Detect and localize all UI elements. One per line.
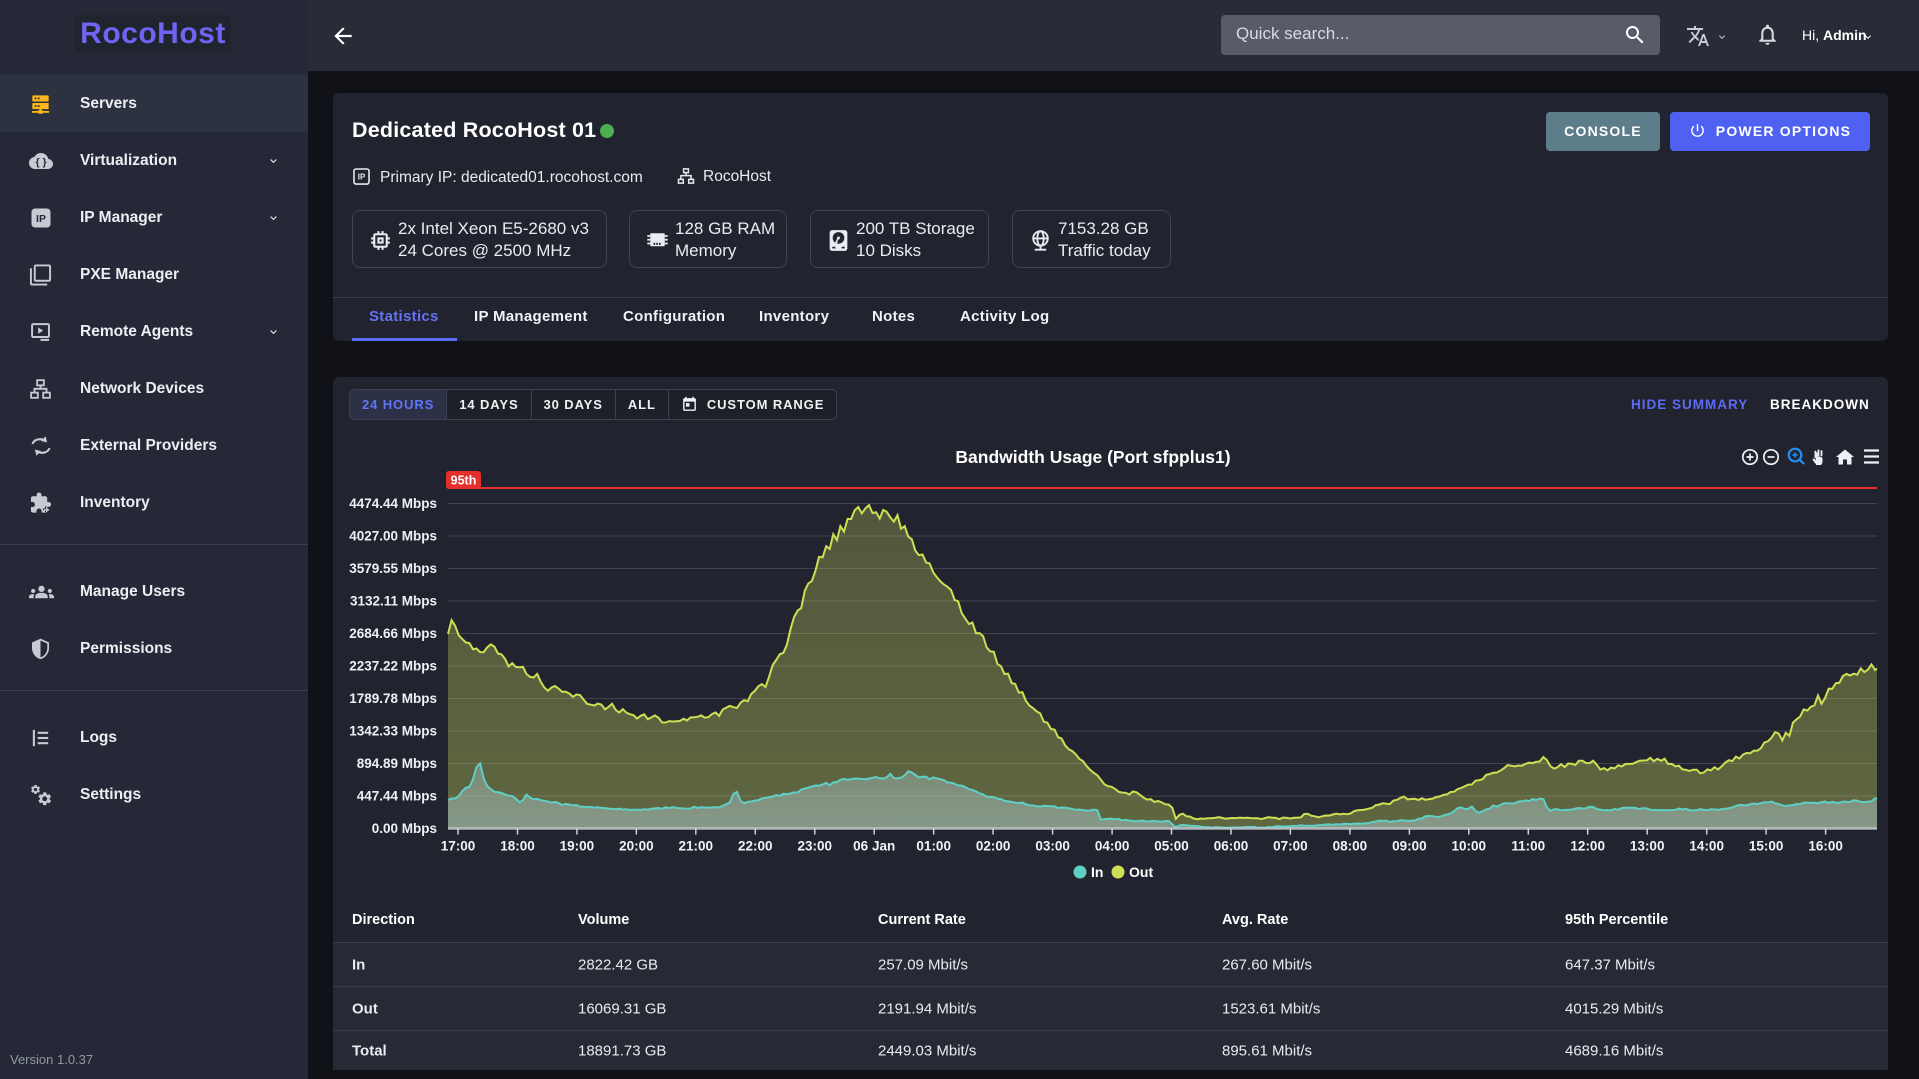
svg-text:447.44 Mbps: 447.44 Mbps [357,789,437,804]
svg-text:16:00: 16:00 [1808,839,1843,854]
svg-text:02:00: 02:00 [976,839,1011,854]
svg-text:17:00: 17:00 [441,839,476,854]
svg-text:894.89 Mbps: 894.89 Mbps [357,756,437,771]
svg-text:18:00: 18:00 [500,839,535,854]
svg-text:01:00: 01:00 [916,839,951,854]
svg-text:10:00: 10:00 [1452,839,1487,854]
svg-text:03:00: 03:00 [1035,839,1070,854]
svg-text:In: In [1091,864,1103,880]
svg-text:21:00: 21:00 [679,839,714,854]
svg-text:2237.22 Mbps: 2237.22 Mbps [349,659,437,674]
svg-text:13:00: 13:00 [1630,839,1665,854]
svg-text:20:00: 20:00 [619,839,654,854]
svg-text:IP: IP [36,213,46,225]
svg-text:IP: IP [358,173,365,182]
svg-text:22:00: 22:00 [738,839,773,854]
svg-text:06 Jan: 06 Jan [853,839,895,854]
svg-text:15:00: 15:00 [1749,839,1784,854]
svg-text:11:00: 11:00 [1511,839,1545,854]
svg-text:1789.78 Mbps: 1789.78 Mbps [349,691,437,706]
svg-text:05:00: 05:00 [1154,839,1189,854]
svg-text:2684.66 Mbps: 2684.66 Mbps [349,626,437,641]
svg-text:09:00: 09:00 [1392,839,1427,854]
svg-text:07:00: 07:00 [1273,839,1308,854]
svg-text:1342.33 Mbps: 1342.33 Mbps [349,724,437,739]
svg-text:95th: 95th [451,474,477,488]
svg-text:23:00: 23:00 [798,839,833,854]
svg-text:3132.11 Mbps: 3132.11 Mbps [350,594,437,609]
svg-text:4474.44 Mbps: 4474.44 Mbps [349,496,437,511]
svg-text:12:00: 12:00 [1570,839,1605,854]
svg-text:19:00: 19:00 [560,839,595,854]
svg-text:04:00: 04:00 [1095,839,1130,854]
svg-text:06:00: 06:00 [1214,839,1249,854]
svg-text:3579.55 Mbps: 3579.55 Mbps [349,561,437,576]
svg-text:4027.00 Mbps: 4027.00 Mbps [349,529,437,544]
svg-text:14:00: 14:00 [1689,839,1724,854]
svg-text:0.00 Mbps: 0.00 Mbps [372,821,437,836]
svg-text:{ }: { } [35,156,46,168]
svg-text:Out: Out [1129,864,1153,880]
svg-text:08:00: 08:00 [1333,839,1368,854]
